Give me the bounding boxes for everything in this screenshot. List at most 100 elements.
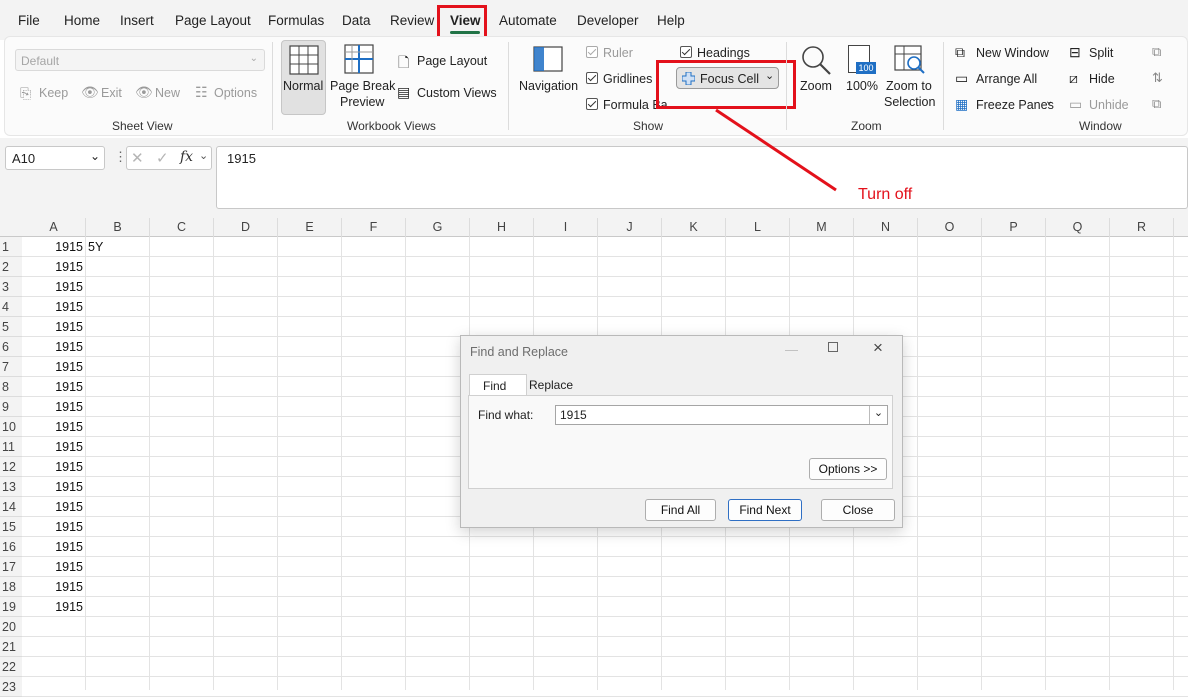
column-header-P[interactable]: P	[982, 218, 1046, 237]
new-window-button[interactable]: New Window	[976, 46, 1049, 60]
menu-formulas[interactable]: Formulas	[268, 13, 324, 28]
ruler-checkbox[interactable]	[586, 46, 598, 58]
find-next-button[interactable]: Find Next	[728, 499, 802, 521]
tab-replace[interactable]: Replace	[529, 378, 573, 392]
tab-find[interactable]: Find	[469, 374, 527, 396]
column-header-F[interactable]: F	[342, 218, 406, 237]
menu-automate[interactable]: Automate	[499, 13, 557, 28]
cancel-icon[interactable]: ✕	[131, 149, 144, 167]
cell-a13[interactable]: 1915	[22, 477, 83, 497]
row-header-23[interactable]: 23	[0, 677, 22, 697]
unhide-button[interactable]: Unhide	[1089, 98, 1129, 112]
column-header-E[interactable]: E	[278, 218, 342, 237]
row-header-3[interactable]: 3	[0, 277, 22, 297]
column-header-H[interactable]: H	[470, 218, 534, 237]
insert-function-button[interactable]: fx	[180, 149, 193, 165]
freeze-panes-button[interactable]: Freeze Panes	[976, 98, 1054, 112]
cell-b1[interactable]: 5Y	[88, 237, 103, 257]
column-header-I[interactable]: I	[534, 218, 598, 237]
column-header-Q[interactable]: Q	[1046, 218, 1110, 237]
row-header-1[interactable]: 1	[0, 237, 22, 257]
cell-a17[interactable]: 1915	[22, 557, 83, 577]
reset-window-position-icon[interactable]: ⧉	[1152, 96, 1161, 112]
column-header-L[interactable]: L	[726, 218, 790, 237]
split-button[interactable]: Split	[1089, 46, 1113, 60]
menu-home[interactable]: Home	[64, 13, 100, 28]
row-header-14[interactable]: 14	[0, 497, 22, 517]
options-button[interactable]: Options	[214, 86, 257, 100]
name-box[interactable]: A10 ⌄	[5, 146, 105, 170]
cell-a10[interactable]: 1915	[22, 417, 83, 437]
cell-a2[interactable]: 1915	[22, 257, 83, 277]
row-header-8[interactable]: 8	[0, 377, 22, 397]
row-header-15[interactable]: 15	[0, 517, 22, 537]
column-header-N[interactable]: N	[854, 218, 918, 237]
close-button[interactable]: Close	[821, 499, 895, 521]
column-header-C[interactable]: C	[150, 218, 214, 237]
row-header-10[interactable]: 10	[0, 417, 22, 437]
cell-a11[interactable]: 1915	[22, 437, 83, 457]
row-header-21[interactable]: 21	[0, 637, 22, 657]
row-header-12[interactable]: 12	[0, 457, 22, 477]
row-header-4[interactable]: 4	[0, 297, 22, 317]
cell-a8[interactable]: 1915	[22, 377, 83, 397]
zoom-to-selection-button[interactable]: Zoom to	[886, 79, 932, 93]
custom-views-button[interactable]: Custom Views	[417, 86, 497, 100]
row-header-16[interactable]: 16	[0, 537, 22, 557]
view-side-by-side-icon[interactable]: ⧉	[1152, 44, 1161, 60]
cell-a14[interactable]: 1915	[22, 497, 83, 517]
arrange-all-button[interactable]: Arrange All	[976, 72, 1037, 86]
cell-a7[interactable]: 1915	[22, 357, 83, 377]
keep-button[interactable]: Keep	[39, 86, 68, 100]
row-header-17[interactable]: 17	[0, 557, 22, 577]
column-header-B[interactable]: B	[86, 218, 150, 237]
zoom-100-button[interactable]: 100%	[846, 79, 878, 93]
row-header-7[interactable]: 7	[0, 357, 22, 377]
cell-a5[interactable]: 1915	[22, 317, 83, 337]
menu-page-layout[interactable]: Page Layout	[175, 13, 251, 28]
menu-developer[interactable]: Developer	[577, 13, 639, 28]
column-header-K[interactable]: K	[662, 218, 726, 237]
row-header-5[interactable]: 5	[0, 317, 22, 337]
cell-a6[interactable]: 1915	[22, 337, 83, 357]
find-all-button[interactable]: Find All	[645, 499, 716, 521]
cell-a18[interactable]: 1915	[22, 577, 83, 597]
cell-a4[interactable]: 1915	[22, 297, 83, 317]
maximize-icon[interactable]	[828, 342, 838, 352]
sheet-view-select[interactable]: Default ⌄	[15, 49, 265, 71]
find-what-input[interactable]: 1915 ⌄	[555, 405, 888, 425]
hide-button[interactable]: Hide	[1089, 72, 1115, 86]
row-header-11[interactable]: 11	[0, 437, 22, 457]
cell-a16[interactable]: 1915	[22, 537, 83, 557]
row-header-18[interactable]: 18	[0, 577, 22, 597]
cell-a19[interactable]: 1915	[22, 597, 83, 617]
headings-checkbox[interactable]	[680, 46, 692, 58]
cell-a3[interactable]: 1915	[22, 277, 83, 297]
menu-help[interactable]: Help	[657, 13, 685, 28]
close-icon[interactable]: ×	[873, 338, 883, 358]
column-header-A[interactable]: A	[22, 218, 86, 237]
column-header-M[interactable]: M	[790, 218, 854, 237]
gridlines-checkbox[interactable]	[586, 72, 598, 84]
chevron-down-icon[interactable]: ⌄	[869, 406, 887, 424]
column-header-J[interactable]: J	[598, 218, 662, 237]
row-header-22[interactable]: 22	[0, 657, 22, 677]
cell-a9[interactable]: 1915	[22, 397, 83, 417]
cell-a12[interactable]: 1915	[22, 457, 83, 477]
zoom-button[interactable]: Zoom	[800, 79, 832, 93]
column-header-G[interactable]: G	[406, 218, 470, 237]
column-header-D[interactable]: D	[214, 218, 278, 237]
cell-a1[interactable]: 1915	[22, 237, 83, 257]
row-header-2[interactable]: 2	[0, 257, 22, 277]
options-toggle-button[interactable]: Options >>	[809, 458, 887, 480]
row-header-9[interactable]: 9	[0, 397, 22, 417]
minimize-icon[interactable]: —	[785, 342, 798, 357]
menu-file[interactable]: File	[18, 13, 40, 28]
synchronous-scrolling-icon[interactable]: ⇅	[1152, 70, 1163, 86]
navigation-button[interactable]: Navigation	[519, 79, 578, 93]
normal-view-button[interactable]: Normal	[281, 40, 326, 115]
page-layout-button[interactable]: Page Layout	[417, 54, 487, 68]
enter-check-icon[interactable]: ✓	[156, 149, 169, 167]
menu-data[interactable]: Data	[342, 13, 371, 28]
cell-a15[interactable]: 1915	[22, 517, 83, 537]
